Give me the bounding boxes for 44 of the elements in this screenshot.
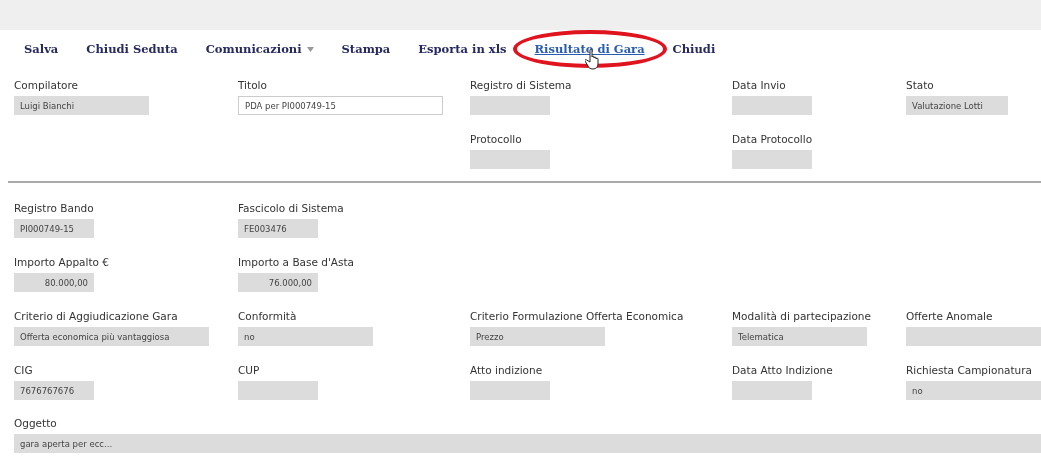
field-label: Registro Bando [14, 201, 95, 215]
readonly-field: FE003476 [238, 219, 318, 238]
toolbar-link[interactable]: Esporta in xls [404, 40, 521, 58]
readonly-field: no [906, 381, 1041, 400]
field-label: Data Atto Indizione [732, 363, 834, 377]
field-label: Compilatore [14, 78, 79, 92]
readonly-field: Offerta economica più vantaggiosa [14, 327, 209, 346]
field-label: CUP [238, 363, 261, 377]
input-field[interactable]: PDA per PI000749-15 [238, 96, 443, 115]
readonly-field: Telematica [732, 327, 867, 346]
readonly-field: PI000749-15 [14, 219, 94, 238]
toolbar-link[interactable]: Risultato di Gara [520, 40, 659, 58]
field-label: CIG [14, 363, 34, 377]
field-label: Modalità di partecipazione [732, 309, 872, 323]
field-label: Criterio di Aggiudicazione Gara [14, 309, 179, 323]
readonly-field: 76.000,00 [238, 273, 318, 292]
readonly-field: 80.000,00 [14, 273, 94, 292]
field-label: Importo Appalto € [14, 255, 111, 269]
readonly-field: Valutazione Lotti [906, 96, 1008, 115]
field-label: Offerte Anomale [906, 309, 994, 323]
field-label: Criterio Formulazione Offerta Economica [470, 309, 685, 323]
field-label: Atto indizione [470, 363, 544, 377]
toolbar-link[interactable]: Salva [10, 40, 73, 58]
readonly-field: no [238, 327, 373, 346]
field-label: Protocollo [470, 132, 523, 146]
field-label: Data Protocollo [732, 132, 814, 146]
caret-icon [306, 46, 314, 52]
field-label: Titolo [238, 78, 268, 92]
field-label: Importo a Base d'Asta [238, 255, 356, 269]
field-label: Oggetto [14, 416, 58, 430]
toolbar-link[interactable]: Stampa [327, 40, 405, 58]
field-label: Stato [906, 78, 935, 92]
field-label: Registro di Sistema [470, 78, 573, 92]
readonly-field: gara aperta per ecc... [14, 434, 1041, 453]
readonly-field: Luigi Bianchi [14, 96, 149, 115]
readonly-field: 7676767676 [14, 381, 94, 400]
toolbar-link[interactable]: Chiudi [658, 40, 730, 58]
field-label: Data Invio [732, 78, 787, 92]
field-label: Richiesta Campionatura [906, 363, 1033, 377]
readonly-field: Prezzo [470, 327, 605, 346]
menu-button[interactable]: Comunicazioni [191, 40, 328, 58]
field-label: Conformità [238, 309, 298, 323]
toolbar-link[interactable]: Chiudi Seduta [72, 40, 192, 58]
field-label: Fascicolo di Sistema [238, 201, 345, 215]
